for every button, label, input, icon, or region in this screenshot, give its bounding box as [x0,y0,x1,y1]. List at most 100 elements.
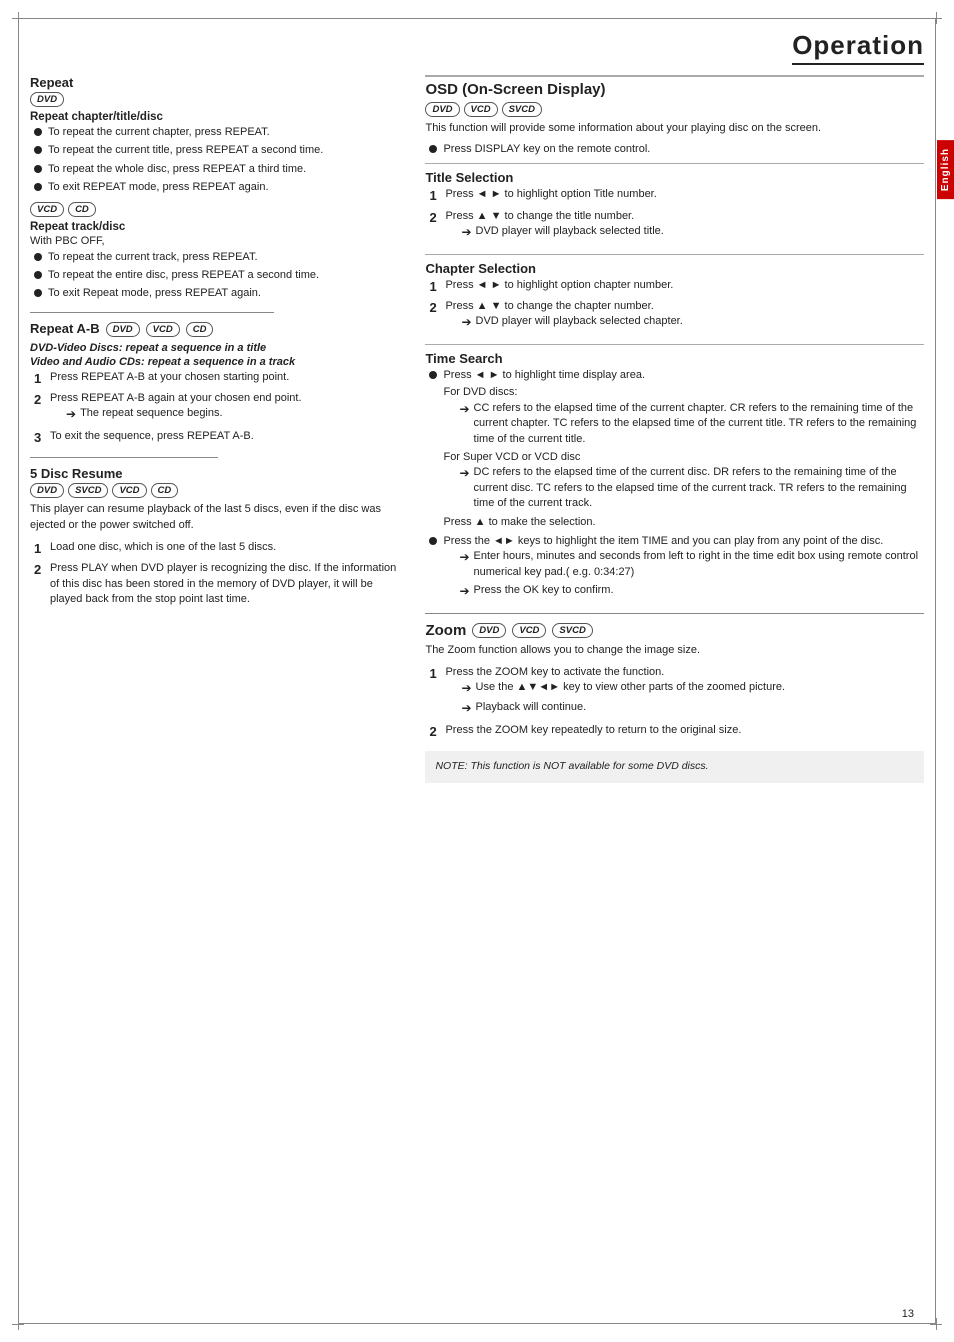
divider-chapter [425,254,924,255]
repeat-ab-italic1: DVD-Video Discs: repeat a sequence in a … [30,342,405,354]
list-item: 2 Press ▲ ▼ to change the title number. … [429,209,924,244]
repeat-track-bullets: To repeat the current track, press REPEA… [34,250,405,302]
time-search-title: Time Search [425,351,924,366]
crosshair-tr [930,12,942,24]
zoom-title: Zoom [425,622,466,639]
osd-desc: This function will provide some informat… [425,121,924,137]
title-selection-title: Title Selection [425,170,924,185]
bullet-dot [429,537,437,545]
zoom-svcd: SVCD [552,623,592,638]
osd-dvd: DVD [425,102,459,117]
list-item: 2 Press REPEAT A-B again at your chosen … [34,391,405,426]
divider-zoom [425,613,924,614]
time-search-section: Time Search Press ◄ ► to highlight time … [425,351,924,603]
arrow-item: ➔ The repeat sequence begins. [66,406,302,423]
repeat-title: Repeat [30,75,405,90]
list-item: 1 Press ◄ ► to highlight option Title nu… [429,187,924,205]
arrow-item: ➔ Playback will continue. [461,700,785,717]
chapter-selection-section: Chapter Selection 1 Press ◄ ► to highlig… [425,261,924,334]
vcd-badge: VCD [30,202,64,217]
repeat-section: Repeat DVD Repeat chapter/title/disc To … [30,75,405,302]
repeat-ab-header: Repeat A-B DVD VCD CD [30,321,405,338]
osd-title: OSD (On-Screen Display) [425,81,605,98]
disc-resume-badges: DVD SVCD VCD CD [30,483,405,498]
page-number: 13 [902,1308,914,1320]
arrow-item: ➔ Press the OK key to confirm. [459,583,924,600]
disc-resume-dvd: DVD [30,483,64,498]
osd-vcd: VCD [464,102,498,117]
list-item: 3 To exit the sequence, press REPEAT A-B… [34,429,405,447]
disc-resume-svcd: SVCD [68,483,108,498]
zoom-dvd: DVD [472,623,506,638]
arrow-item: ➔ Use the ▲▼◄► key to view other parts o… [461,680,785,697]
disc-resume-title: 5 Disc Resume [30,466,405,481]
divider-1 [30,312,274,313]
note-box: NOTE: This function is NOT available for… [425,751,924,783]
list-item: 1 Press REPEAT A-B at your chosen starti… [34,370,405,388]
list-item: Press ◄ ► to highlight time display area… [429,368,924,530]
crosshair-bl [12,1318,24,1330]
left-column: Repeat DVD Repeat chapter/title/disc To … [30,75,405,1312]
list-item: 1 Press ◄ ► to highlight option chapter … [429,278,924,296]
list-item: 2 Press the ZOOM key repeatedly to retur… [429,723,924,741]
repeat-ab-italic2: Video and Audio CDs: repeat a sequence i… [30,356,405,368]
bullet-dot [34,253,42,261]
list-item: Press the ◄► keys to highlight the item … [429,534,924,603]
list-item: To repeat the whole disc, press REPEAT a… [34,162,405,177]
bullet-dot [34,146,42,154]
repeat-dvd-badge-row: DVD [30,92,405,107]
bullet-dot [429,371,437,379]
arrow-item: ➔ DVD player will playback selected titl… [461,224,663,241]
divider-osd-title [425,163,924,164]
bullet-dot [429,145,437,153]
list-item: To exit REPEAT mode, press REPEAT again. [34,180,405,195]
repeat-track-desc: With PBC OFF, [30,235,405,247]
list-item: 2 Press PLAY when DVD player is recogniz… [34,561,405,607]
osd-svcd: SVCD [502,102,542,117]
bullet-dot [34,128,42,136]
list-item: To repeat the current track, press REPEA… [34,250,405,265]
page-border-right [935,18,936,1324]
bullet-dot [34,271,42,279]
bullet-dot [34,183,42,191]
disc-resume-cd: CD [151,483,179,498]
repeat-vcd-cd-badge-row: VCD CD [30,202,405,217]
list-item: To exit Repeat mode, press REPEAT again. [34,286,405,301]
repeat-chapter-bullets: To repeat the current chapter, press REP… [34,125,405,196]
page-title: Operation [792,30,924,61]
divider-time [425,344,924,345]
time-search-bullets: Press ◄ ► to highlight time display area… [429,368,924,603]
cd-badge: CD [68,202,96,217]
crosshair-tl [12,12,24,24]
page-border-bottom [18,1323,936,1324]
title-underline [792,63,924,65]
chapter-selection-title: Chapter Selection [425,261,924,276]
arrow-item: ➔ DVD player will playback selected chap… [461,314,682,331]
arrow-item: ➔ Enter hours, minutes and seconds from … [459,549,924,580]
repeat-ab-vcd-badge: VCD [146,322,180,337]
zoom-vcd: VCD [512,623,546,638]
disc-resume-section: 5 Disc Resume DVD SVCD VCD CD This playe… [30,466,405,607]
list-item: 1 Press the ZOOM key to activate the fun… [429,665,924,720]
zoom-header: Zoom DVD VCD SVCD [425,622,924,639]
page-border-left [18,18,19,1324]
repeat-ab-cd-badge: CD [186,322,214,337]
repeat-ab-dvd-badge: DVD [106,322,140,337]
list-item: To repeat the entire disc, press REPEAT … [34,268,405,283]
list-item: To repeat the current chapter, press REP… [34,125,405,140]
divider-2 [30,457,218,458]
list-item: Press DISPLAY key on the remote control. [429,142,924,157]
repeat-ab-steps: 1 Press REPEAT A-B at your chosen starti… [34,370,405,448]
osd-bullets: Press DISPLAY key on the remote control. [429,142,924,157]
right-column: OSD (On-Screen Display) DVD VCD SVCD Thi… [425,75,924,1312]
content-area: Repeat DVD Repeat chapter/title/disc To … [30,75,924,1312]
repeat-ab-section: Repeat A-B DVD VCD CD DVD-Video Discs: r… [30,321,405,448]
title-selection-section: Title Selection 1 Press ◄ ► to highlight… [425,170,924,243]
list-item: 1 Load one disc, which is one of the las… [34,540,405,558]
dvd-badge: DVD [30,92,64,107]
crosshair-br [930,1318,942,1330]
disc-resume-steps: 1 Load one disc, which is one of the las… [34,540,405,607]
osd-header: OSD (On-Screen Display) [425,81,924,98]
language-tab: English [937,140,954,199]
list-item: 2 Press ▲ ▼ to change the chapter number… [429,299,924,334]
